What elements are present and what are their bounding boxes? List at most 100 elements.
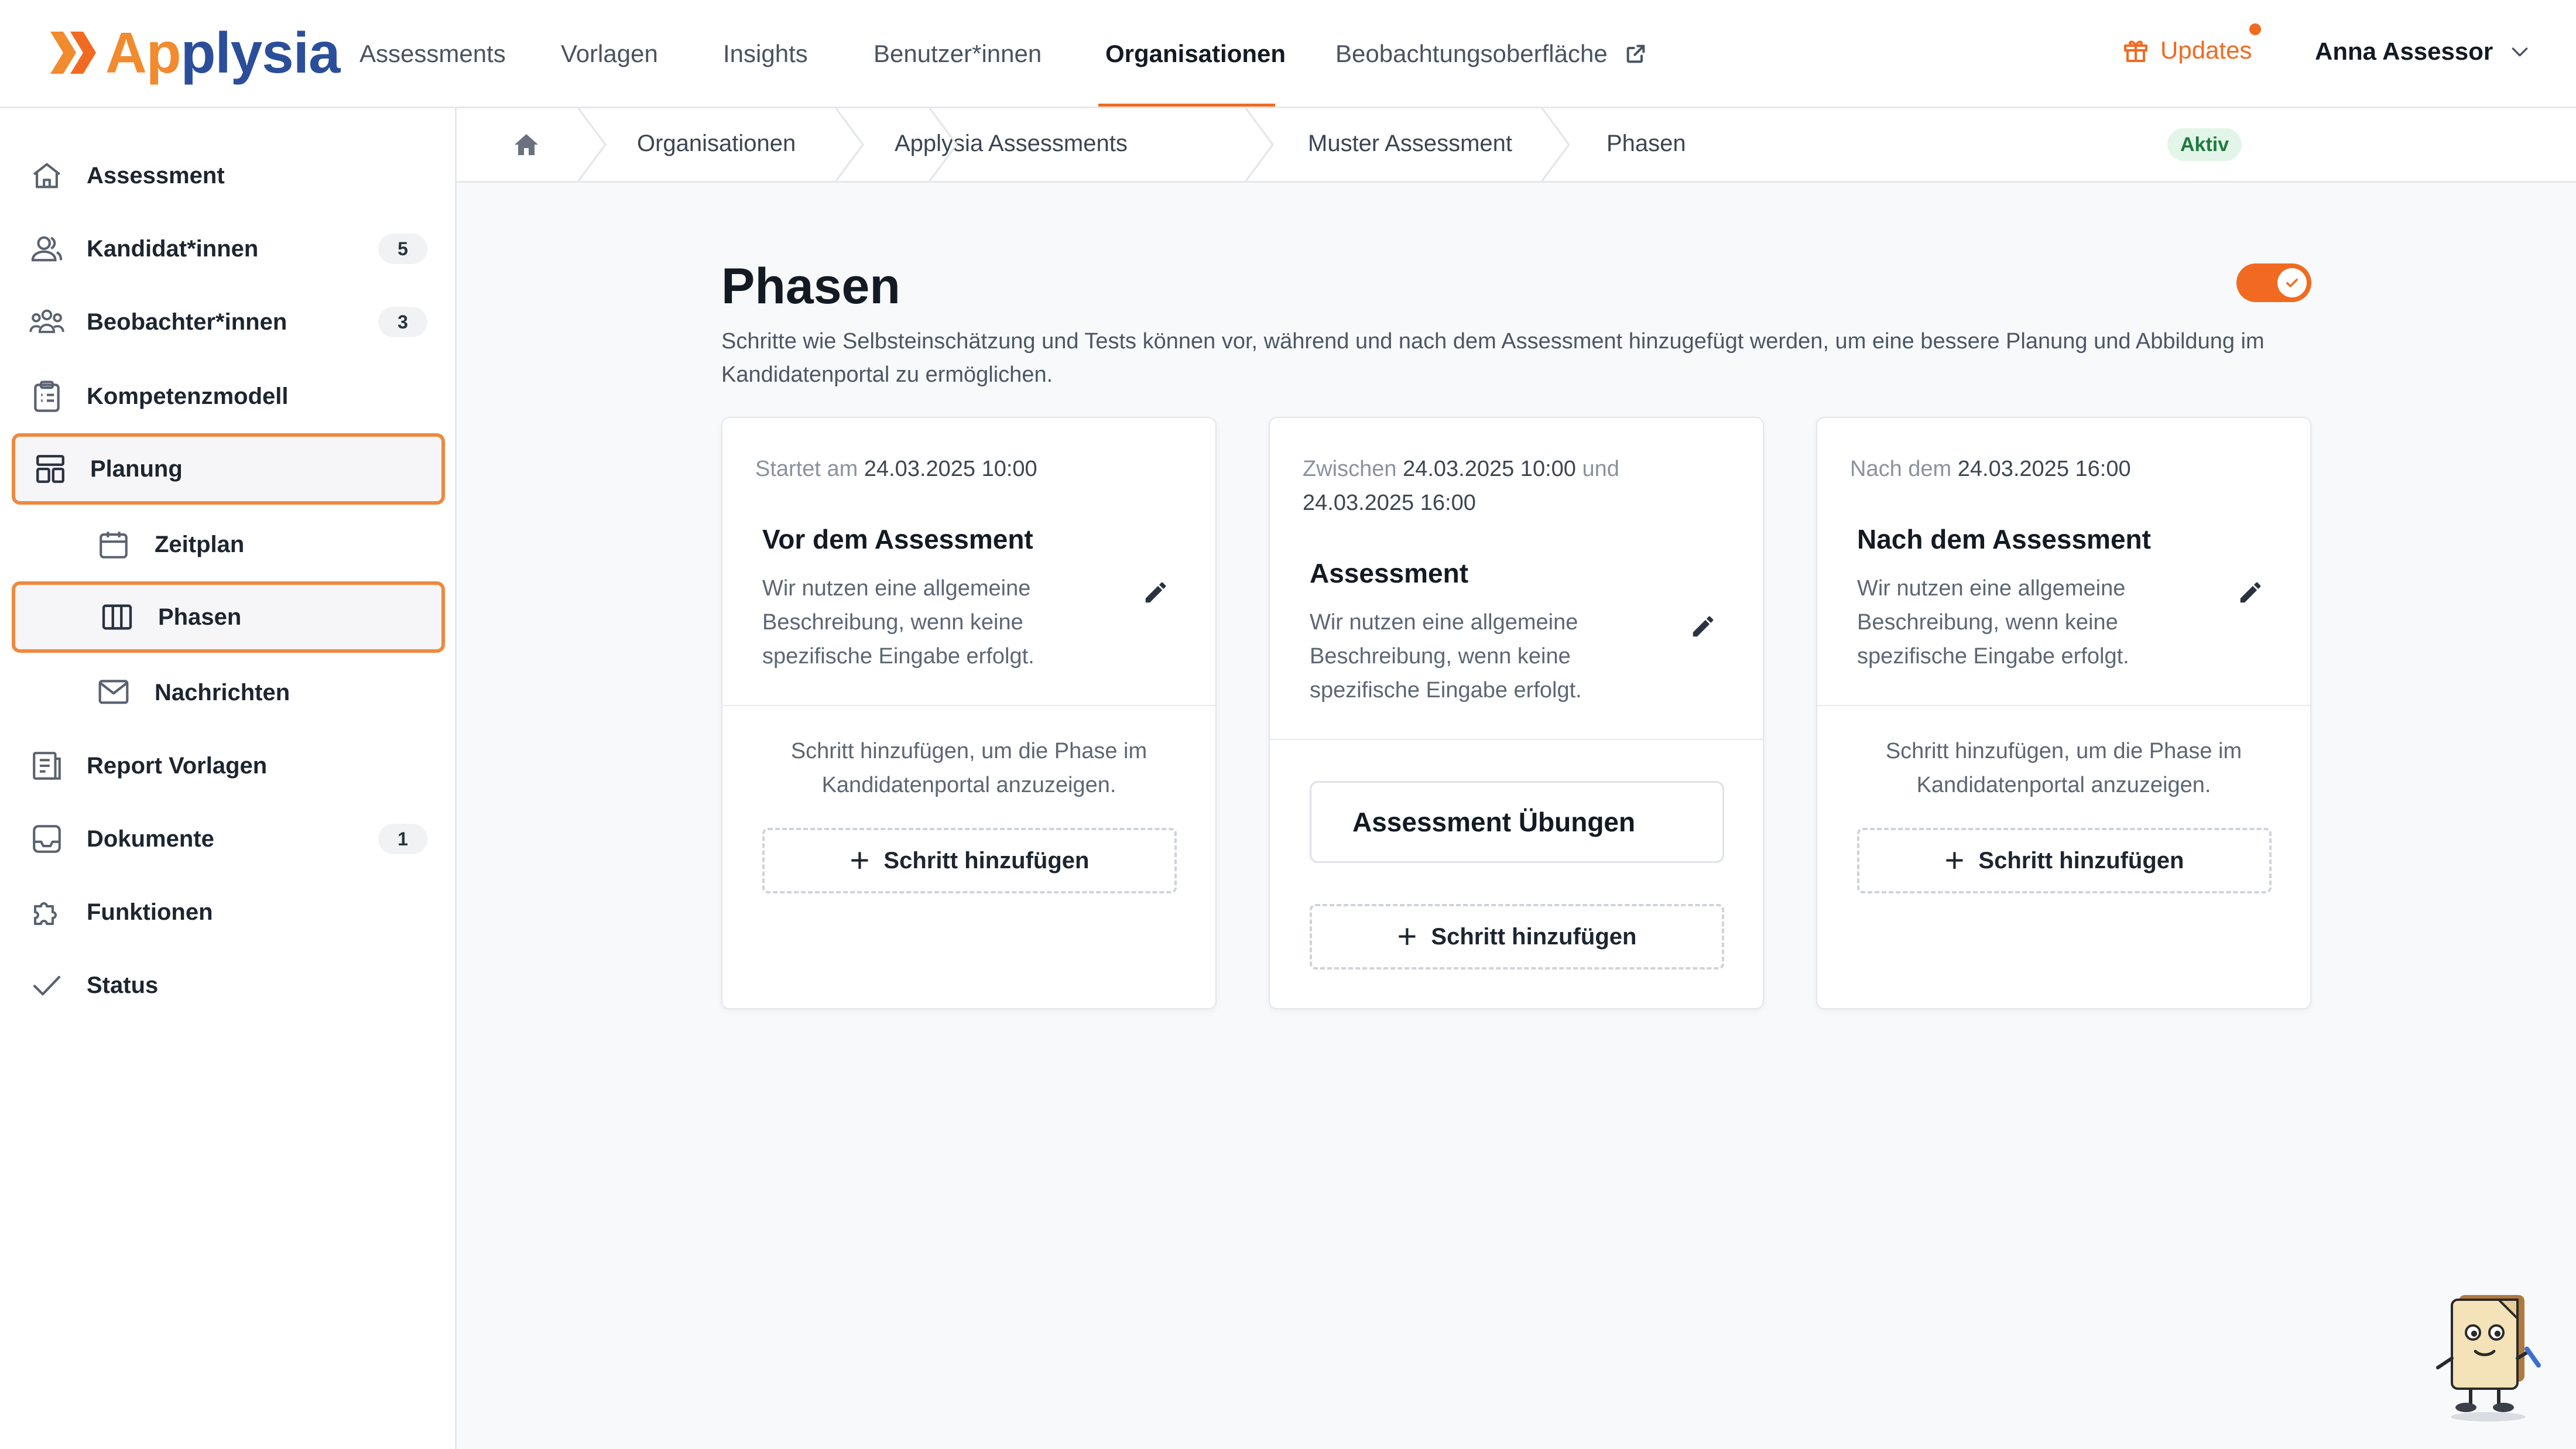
page-description: Schritte wie Selbsteinschätzung und Test… [721,329,2265,387]
sidebar-item-kandidat-innen[interactable]: Kandidat*innen 5 [0,217,457,281]
page-title: Phasen [721,258,900,314]
sidebar-item-label: Report Vorlagen [87,752,268,779]
breadcrumb-separator [577,108,607,181]
puzzle-icon [28,893,66,931]
phase-timing: Zwischen 24.03.2025 10:00 und 24.03.2025… [1303,452,1712,520]
updates-button[interactable]: Updates [2122,36,2252,64]
breadcrumb-separator [929,108,958,181]
card-divider [1270,739,1763,740]
phase-title: Assessment [1310,558,1469,588]
nav-assessments[interactable]: Assessments [359,40,506,68]
document-mascot-icon [2436,1295,2541,1421]
breadcrumb-item-muster-assessment[interactable]: Muster Assessment [1308,131,1512,157]
nav-beobachtungsoberflaeche[interactable]: Beobachtungsoberfläche [1335,40,1647,68]
users-icon [28,230,66,268]
phase-title: Vor dem Assessment [762,524,1033,554]
report-icon [28,747,66,785]
card-divider [722,705,1215,706]
phase-description: Wir nutzen eine allgemeine Beschreibung,… [1310,610,1582,703]
sidebar-item-nachrichten[interactable]: Nachrichten [0,660,457,725]
clipboard-icon [28,378,66,415]
phases-toggle[interactable] [2236,263,2311,302]
phase-empty-hint: Schritt hinzufügen, um die Phase im Kand… [790,739,1147,797]
sidebar-item-phasen[interactable]: Phasen [12,581,445,653]
sidebar-item-assessment[interactable]: Assessment [0,143,457,208]
home-icon [28,157,66,194]
add-step-button[interactable]: + Schritt hinzufügen [762,828,1177,893]
breadcrumb-home[interactable] [512,131,541,162]
breadcrumb-separator [1245,108,1274,181]
sidebar-item-report-vorlagen[interactable]: Report Vorlagen [0,734,457,798]
edit-phase-button[interactable] [1687,610,1719,643]
gift-icon [2124,40,2147,62]
sidebar-item-kompetenzmodell[interactable]: Kompetenzmodell [0,364,457,429]
count-badge: 1 [378,824,427,854]
check-icon [28,967,66,1004]
phase-card-vor-dem-assessment: Startet am 24.03.2025 10:00 Vor dem Asse… [721,417,1217,1009]
phase-timing: Startet am 24.03.2025 10:00 [755,452,1165,486]
chevron-down-icon [2512,47,2528,57]
nav-vorlagen[interactable]: Vorlagen [561,40,658,68]
breadcrumb: Organisationen Applysia Assessments Must… [457,108,2576,183]
sidebar-item-zeitplan[interactable]: Zeitplan [0,512,457,577]
edit-phase-button[interactable] [2234,576,2267,609]
nav-organisationen[interactable]: Organisationen [1105,40,1286,68]
phase-timing-date: 24.03.2025 10:00 [864,457,1037,481]
home-icon [515,134,538,155]
phase-step-item[interactable]: Assessment Übungen [1310,781,1724,863]
phase-card-nach-dem-assessment: Nach dem 24.03.2025 16:00 Nach dem Asses… [1816,417,2311,1009]
sidebar-item-label: Assessment [87,162,225,189]
count-badge: 3 [378,307,427,337]
sidebar-item-beobachter-innen[interactable]: Beobachter*innen 3 [0,290,457,354]
edit-phase-button[interactable] [1139,576,1172,609]
phase-timing-prefix: Nach dem [1850,457,1952,481]
inbox-icon [28,820,66,858]
phase-timing-connector: und [1582,457,1619,481]
applysia-logo[interactable]: Applysia [50,18,340,88]
breadcrumb-separator [835,108,864,181]
sidebar-item-label: Phasen [158,604,242,630]
layout-icon [32,450,69,488]
phase-title: Nach dem Assessment [1857,524,2151,554]
sidebar-item-label: Status [87,972,159,998]
breadcrumb-item-organisationen[interactable]: Organisationen [637,131,796,157]
sidebar-item-status[interactable]: Status [0,953,457,1018]
sidebar-item-label: Beobachter*innen [87,309,287,335]
pencil-icon [2240,582,2261,603]
phase-timing-prefix: Startet am [755,457,858,481]
mail-icon [95,674,132,711]
nav-insights[interactable]: Insights [723,40,808,68]
breadcrumb-item-phasen: Phasen [1606,131,1686,156]
active-tab-indicator [1098,104,1275,107]
check-icon [2286,279,2298,287]
updates-notification-dot [2249,23,2261,35]
sidebar-item-funktionen[interactable]: Funktionen [0,880,457,944]
updates-label: Updates [2160,36,2252,64]
phase-card-assessment: Zwischen 24.03.2025 10:00 und 24.03.2025… [1269,417,1764,1009]
add-step-button[interactable]: + Schritt hinzufügen [1857,828,2272,893]
nav-benutzer-innen[interactable]: Benutzer*innen [873,40,1042,68]
plus-icon: + [1944,841,1965,879]
plus-icon: + [849,841,870,879]
add-step-button[interactable]: + Schritt hinzufügen [1310,904,1724,970]
sidebar: Assessment Kandidat*innen 5 Beobachter*i… [0,108,457,1449]
sidebar-item-label: Kandidat*innen [87,235,259,262]
columns-icon [98,598,136,636]
logo-wordmark: Applysia [105,20,340,85]
user-menu[interactable]: Anna Assessor [2315,37,2532,66]
sidebar-item-planung[interactable]: Planung [12,433,445,505]
pencil-icon [1145,582,1166,603]
plus-icon: + [1397,917,1417,955]
sidebar-item-dokumente[interactable]: Dokumente 1 [0,807,457,871]
sidebar-item-label: Funktionen [87,899,213,925]
breadcrumb-item-assessments[interactable]: Assessments [988,131,1128,157]
sidebar-item-label: Planung [90,455,183,482]
nav-beobachtungsoberflaeche-label: Beobachtungsoberfläche [1335,40,1608,67]
pencil-icon [1693,616,1714,637]
help-assistant-mascot[interactable] [2424,1288,2553,1423]
top-navigation-bar: Applysia Assessments Vorlagen Insights B… [0,0,2576,108]
calendar-icon [95,526,132,563]
sidebar-item-label: Dokumente [87,825,214,852]
add-step-label: Schritt hinzufügen [1431,923,1637,950]
phase-description: Wir nutzen eine allgemeine Beschreibung,… [1857,576,2129,669]
